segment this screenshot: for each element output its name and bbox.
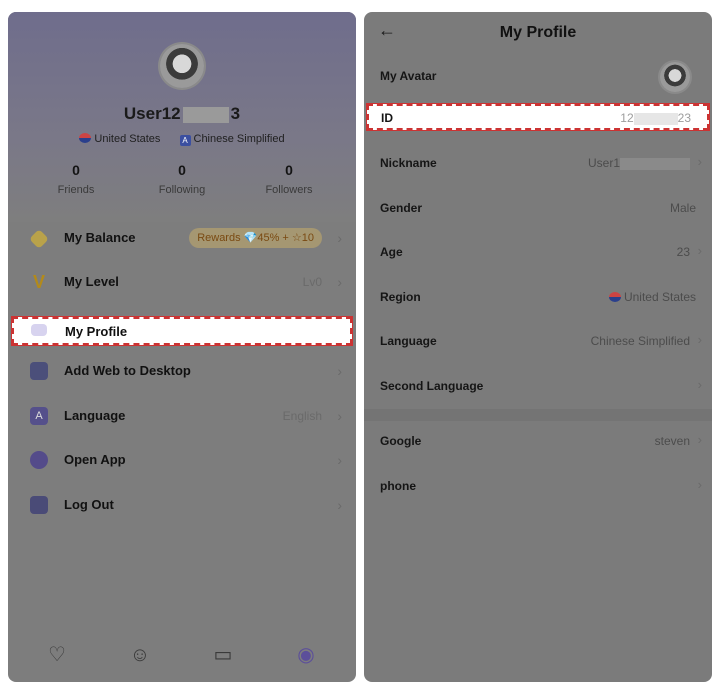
row-region[interactable]: Region United States	[364, 276, 712, 320]
row-id[interactable]: ID 12 23	[366, 103, 710, 131]
chevron-right-icon: ›	[697, 332, 702, 347]
chevron-right-icon: ›	[697, 477, 702, 492]
chevron-right-icon: ›	[697, 154, 702, 169]
profile-card-icon	[31, 324, 47, 336]
user-avatar[interactable]	[160, 44, 204, 88]
user-name: User12 3	[123, 104, 241, 123]
logout-icon	[30, 496, 48, 514]
level-v-icon: V	[32, 272, 45, 292]
stat-followers[interactable]: 0 Followers	[249, 162, 329, 196]
bottom-navigation: ♡ ☺ ▭ ◉	[8, 632, 356, 682]
menu-item-open-app[interactable]: Open App ›	[8, 439, 356, 483]
row-nickname[interactable]: Nickname User1 ›	[364, 142, 712, 186]
menu-item-my-level[interactable]: V My Level Lv0 ›	[8, 261, 356, 305]
menu-item-my-balance[interactable]: My Balance Rewards 💎45% + ☆10 ›	[8, 217, 356, 261]
row-google[interactable]: Google steven ›	[364, 420, 712, 464]
user-meta: United States A Chinese Simplified	[8, 133, 356, 146]
chevron-right-icon: ›	[337, 497, 342, 513]
chevron-right-icon: ›	[337, 230, 342, 246]
language-icon: A	[30, 407, 48, 425]
chevron-right-icon: ›	[337, 363, 342, 379]
menu-item-language[interactable]: A Language English ›	[8, 395, 356, 439]
profile-icon[interactable]: ◉	[293, 642, 319, 668]
diamond-icon	[29, 229, 49, 249]
menu-item-my-profile[interactable]: My Profile	[11, 316, 353, 346]
row-age[interactable]: Age 23 ›	[364, 231, 712, 275]
redacted-mask	[182, 106, 229, 123]
row-my-avatar[interactable]: My Avatar	[364, 55, 712, 99]
menu-item-log-out[interactable]: Log Out ›	[8, 484, 356, 528]
stat-friends[interactable]: 0 Friends	[36, 162, 116, 196]
chevron-right-icon: ›	[697, 243, 702, 258]
account-panel: User12 3 United States A Chinese Simplifie…	[8, 12, 356, 682]
desktop-add-icon	[30, 362, 48, 380]
chevron-right-icon: ›	[337, 274, 342, 290]
friends-icon[interactable]: ☺	[127, 642, 153, 668]
us-flag-icon	[79, 133, 92, 143]
us-flag-icon	[608, 292, 621, 302]
language-badge-icon: A	[179, 135, 191, 146]
open-app-icon	[30, 451, 48, 469]
chevron-right-icon: ›	[697, 377, 702, 392]
profile-panel: ← My Profile My Avatar ID 12 23 Nickname …	[364, 12, 712, 682]
messages-icon[interactable]: ▭	[210, 642, 236, 668]
chevron-right-icon: ›	[337, 452, 342, 468]
chevron-right-icon: ›	[337, 408, 342, 424]
stat-following[interactable]: 0 Following	[142, 162, 222, 196]
menu-item-add-web-to-desktop[interactable]: Add Web to Desktop ›	[8, 350, 356, 394]
row-phone[interactable]: phone ›	[364, 465, 712, 509]
rewards-badge: Rewards 💎45% + ☆10	[189, 228, 322, 248]
row-gender[interactable]: Gender Male	[364, 187, 712, 231]
page-title: My Profile	[499, 24, 577, 41]
top-bar: ← My Profile	[364, 12, 712, 52]
row-language[interactable]: Language Chinese Simplified ›	[364, 320, 712, 364]
redacted-mask	[620, 157, 690, 170]
heart-chat-icon[interactable]: ♡	[44, 642, 70, 668]
chevron-right-icon: ›	[697, 432, 702, 447]
row-second-language[interactable]: Second Language ›	[364, 365, 712, 409]
profile-avatar[interactable]	[660, 62, 690, 92]
redacted-mask	[633, 112, 678, 125]
